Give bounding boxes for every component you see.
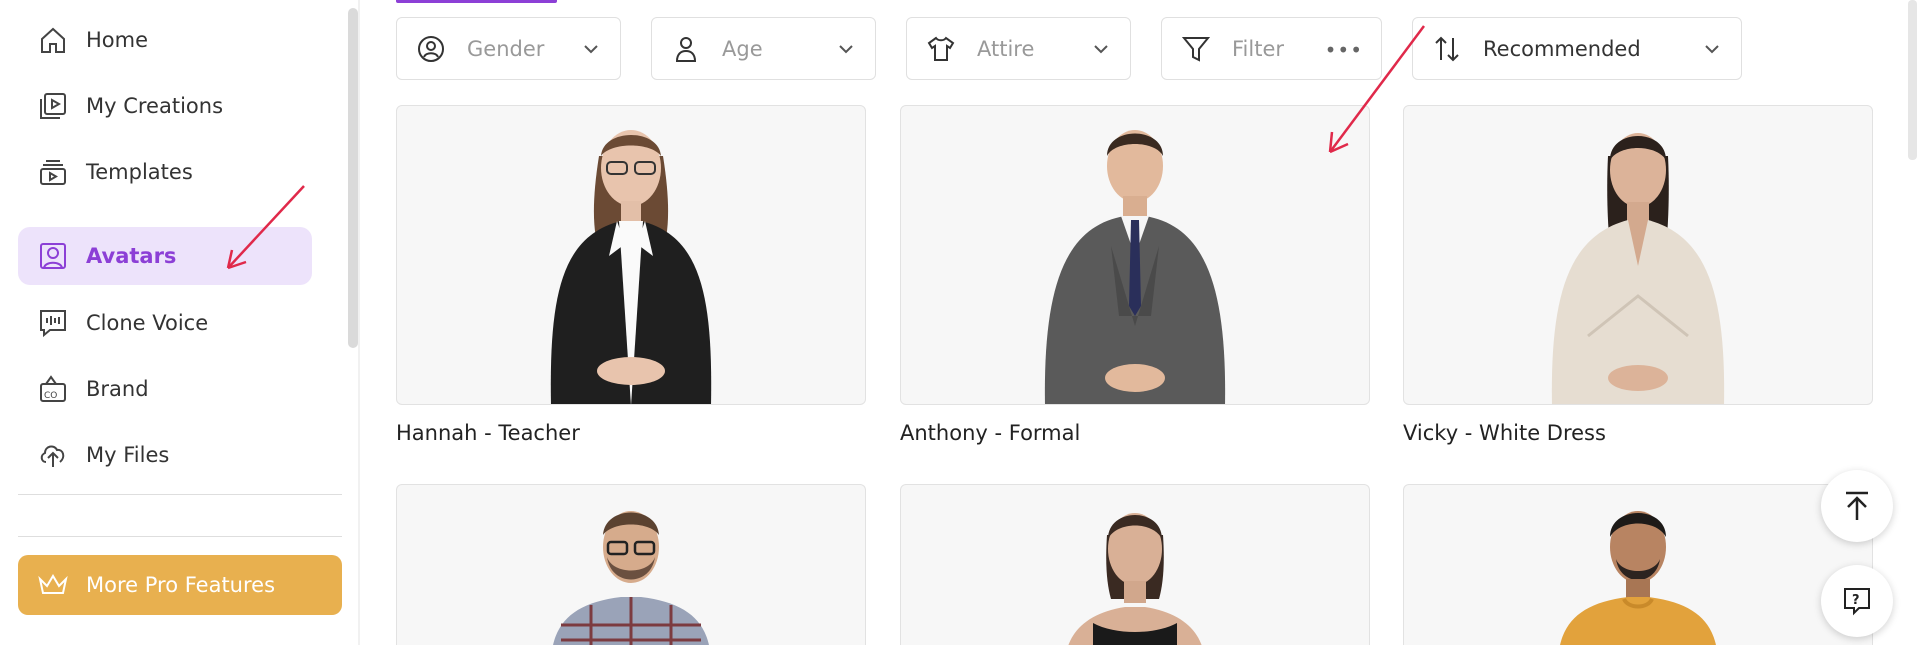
- avatar-thumbnail[interactable]: [1403, 484, 1873, 645]
- shirt-icon: [925, 33, 957, 65]
- sidebar-item-label: My Files: [86, 443, 170, 467]
- sidebar-item-my-creations[interactable]: My Creations: [18, 77, 312, 135]
- avatar-thumbnail[interactable]: [396, 105, 866, 405]
- creations-icon: [36, 89, 70, 123]
- scroll-to-top-button[interactable]: [1821, 470, 1893, 542]
- avatar-figure-vicky: [1551, 133, 1725, 404]
- crown-icon: [36, 568, 70, 602]
- avatar-figure-man-glasses: [553, 511, 709, 645]
- avatar-card[interactable]: [396, 484, 866, 645]
- upload-icon: [36, 438, 70, 472]
- sort-label: Recommended: [1483, 36, 1641, 61]
- chevron-down-icon: [839, 45, 853, 54]
- sidebar-item-label: Avatars: [86, 244, 177, 268]
- active-tab-indicator: [396, 0, 557, 3]
- chevron-down-icon: [1705, 45, 1719, 54]
- avatar-figure-anthony: [1044, 130, 1226, 404]
- avatar-name: Hannah - Teacher: [396, 421, 580, 445]
- avatar-thumbnail[interactable]: [396, 484, 866, 645]
- avatar-card[interactable]: [1403, 484, 1873, 645]
- avatar-figure-man-orange-sweater: [1560, 511, 1716, 645]
- gender-filter-label: Gender: [467, 36, 545, 61]
- sidebar-item-label: Home: [86, 28, 149, 52]
- gender-filter[interactable]: Gender: [396, 17, 621, 80]
- main-scrollbar[interactable]: [1908, 0, 1917, 160]
- funnel-icon: [1180, 33, 1212, 65]
- more-pro-features-button[interactable]: More Pro Features: [18, 555, 342, 615]
- sidebar-item-brand[interactable]: CO Brand: [18, 360, 312, 418]
- avatar-name: Vicky - White Dress: [1403, 421, 1606, 445]
- attire-filter-label: Attire: [977, 36, 1035, 61]
- avatar-thumbnail[interactable]: [1403, 105, 1873, 405]
- sidebar-item-label: Brand: [86, 377, 149, 401]
- sidebar-divider: [18, 494, 342, 495]
- age-icon: [670, 33, 702, 65]
- person-circle-icon: [415, 33, 447, 65]
- sidebar-item-home[interactable]: Home: [18, 11, 312, 69]
- avatar-card[interactable]: Anthony - Formal: [900, 105, 1370, 445]
- brand-icon: CO: [36, 372, 70, 406]
- chevron-down-icon: [584, 45, 598, 54]
- voice-icon: [36, 306, 70, 340]
- avatar-figure-woman-black-top: [1068, 513, 1202, 645]
- sort-icon: [1431, 33, 1463, 65]
- attire-filter[interactable]: Attire: [906, 17, 1131, 80]
- svg-text:CO: CO: [44, 391, 57, 401]
- sidebar: Home My Creations Templates Avatars Clon…: [0, 0, 358, 645]
- sidebar-item-label: My Creations: [86, 94, 224, 118]
- avatar-card[interactable]: [900, 484, 1370, 645]
- avatar-card[interactable]: Vicky - White Dress: [1403, 105, 1873, 445]
- avatar-thumbnail[interactable]: [900, 484, 1370, 645]
- filter-label: Filter: [1232, 36, 1285, 61]
- annotation-arrow-icon: [1328, 25, 1426, 154]
- sidebar-item-clone-voice[interactable]: Clone Voice: [18, 294, 312, 352]
- sidebar-item-label: Clone Voice: [86, 311, 209, 335]
- help-button[interactable]: ?: [1821, 565, 1893, 637]
- sidebar-divider: [18, 536, 342, 537]
- sidebar-scrollbar[interactable]: [348, 8, 358, 348]
- sidebar-gutter: [358, 0, 360, 645]
- sidebar-item-label: Templates: [86, 160, 193, 184]
- arrow-up-icon: [1846, 491, 1868, 520]
- avatar-thumbnail[interactable]: [900, 105, 1370, 405]
- sort-dropdown[interactable]: Recommended: [1412, 17, 1742, 80]
- avatar-icon: [36, 239, 70, 273]
- home-icon: [36, 23, 70, 57]
- avatar-card[interactable]: Hannah - Teacher: [396, 105, 866, 445]
- avatar-figure-hannah: [550, 130, 712, 404]
- templates-icon: [36, 155, 70, 189]
- chevron-down-icon: [1094, 45, 1108, 54]
- pro-button-label: More Pro Features: [86, 573, 276, 597]
- svg-text:?: ?: [1852, 593, 1860, 608]
- age-filter-label: Age: [722, 36, 763, 61]
- annotation-arrow-icon: [226, 185, 305, 270]
- sidebar-item-my-files[interactable]: My Files: [18, 426, 312, 484]
- avatar-name: Anthony - Formal: [900, 421, 1081, 445]
- age-filter[interactable]: Age: [651, 17, 876, 80]
- help-chat-icon: ?: [1844, 588, 1870, 616]
